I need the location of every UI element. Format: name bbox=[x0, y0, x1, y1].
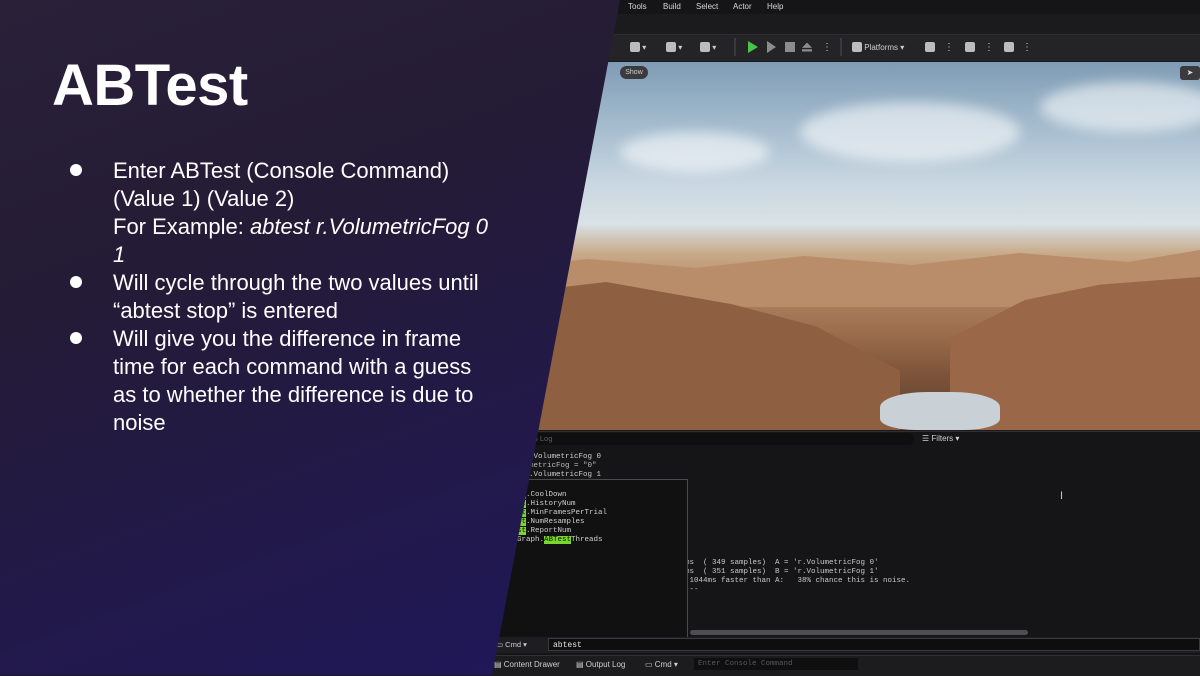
content-drawer-label: Content Drawer bbox=[503, 660, 560, 669]
platforms-icon bbox=[852, 42, 862, 52]
eject-icon bbox=[802, 42, 812, 52]
source-control-button[interactable] bbox=[965, 40, 975, 54]
play-options-button[interactable]: ⋮ bbox=[822, 40, 832, 54]
more-vertical-icon: ⋮ bbox=[1022, 41, 1032, 53]
platforms-button[interactable]: Platforms ▾ bbox=[852, 40, 904, 54]
eject-button[interactable] bbox=[802, 40, 812, 54]
bullet-text: as to whether the difference is due to bbox=[113, 382, 474, 407]
status-cmd-select[interactable]: ▭ Cmd ▾ bbox=[645, 659, 678, 671]
viewport-cloud bbox=[800, 102, 1020, 162]
example-code: abtest r.VolumetricFog 0 bbox=[249, 214, 488, 239]
bullet-dot bbox=[70, 164, 82, 176]
stop-button[interactable] bbox=[785, 40, 795, 54]
viewport-cloud bbox=[1040, 82, 1200, 132]
text-cursor-icon: I bbox=[1060, 490, 1064, 502]
menu-actor[interactable]: Actor bbox=[733, 2, 752, 11]
menu-tools[interactable]: Tools bbox=[628, 2, 647, 11]
filters-label: Filters bbox=[931, 434, 954, 443]
source-control-more-button[interactable]: ⋮ bbox=[984, 40, 994, 54]
output-log-button[interactable]: ▤ Output Log bbox=[576, 659, 625, 671]
settings-icon bbox=[925, 42, 935, 52]
menu-help[interactable]: Help bbox=[767, 2, 783, 11]
stop-icon bbox=[785, 42, 795, 52]
more-vertical-icon: ⋮ bbox=[944, 41, 954, 53]
bullet-dot bbox=[70, 332, 82, 344]
output-log-label: Output Log bbox=[585, 660, 626, 669]
clapper-icon bbox=[700, 42, 710, 52]
mode-button[interactable] bbox=[1004, 40, 1014, 54]
abtest-result-line: ms ( 351 samples) B = 'r.VolumetricFog 1… bbox=[685, 568, 879, 576]
viewport-cloud bbox=[620, 132, 770, 172]
autocomplete-match: ABTest bbox=[544, 536, 572, 544]
abtest-result-line: .1044ms faster than A: 38% chance this i… bbox=[685, 577, 911, 585]
autocomplete-rest: .HistoryNum bbox=[526, 500, 576, 508]
play-button[interactable] bbox=[748, 40, 758, 54]
console-autocomplete-list: abtest abtest.CoolDown abtest.HistoryNum… bbox=[496, 479, 688, 639]
step-button[interactable] bbox=[767, 40, 776, 54]
status-cmd-label: Cmd bbox=[654, 660, 672, 669]
settings-button[interactable] bbox=[925, 40, 935, 54]
bullet-example-cont: 1 bbox=[113, 241, 125, 269]
viewport-show-button[interactable]: Show bbox=[620, 66, 648, 79]
bullet-text: Will cycle through the two values until bbox=[113, 270, 479, 295]
platforms-label: Platforms bbox=[864, 42, 899, 52]
search-log-input[interactable]: Search Log bbox=[496, 433, 914, 445]
bullet-dot bbox=[70, 276, 82, 288]
menu-build[interactable]: Build bbox=[663, 2, 681, 11]
step-icon bbox=[767, 41, 776, 53]
command-mode-label: Cmd bbox=[505, 640, 522, 649]
filters-button[interactable]: ☰ Filters ▾ bbox=[922, 434, 959, 443]
toolbar-divider bbox=[840, 38, 842, 56]
cube-add-icon bbox=[630, 42, 640, 52]
blueprint-button[interactable]: ▾ bbox=[666, 40, 682, 54]
example-prefix: For Example: bbox=[113, 214, 250, 239]
bullet-text: Enter ABTest (Console Command) bbox=[113, 158, 450, 183]
bullet-text: (Value 1) (Value 2) bbox=[113, 186, 295, 211]
example-code-cont: 1 bbox=[113, 242, 126, 267]
bullet-text: Will give you the difference in frame bbox=[113, 326, 462, 351]
autocomplete-rest: .MinFramesPerTrial bbox=[526, 509, 608, 517]
add-actor-button[interactable]: ▾ bbox=[630, 40, 646, 54]
log-horizontal-scrollbar[interactable] bbox=[690, 630, 1028, 635]
more-vertical-icon: ⋮ bbox=[984, 41, 994, 53]
bullet-example: For Example: abtest r.VolumetricFog 0 bbox=[113, 213, 488, 241]
mode-more-button[interactable]: ⋮ bbox=[1022, 40, 1032, 54]
content-drawer-button[interactable]: ▤ Content Drawer bbox=[494, 659, 560, 671]
source-control-icon bbox=[965, 42, 975, 52]
menu-select[interactable]: Select bbox=[696, 2, 718, 11]
bullet-text: “abtest stop” is entered bbox=[113, 298, 339, 323]
more-vertical-icon: ⋮ bbox=[822, 41, 832, 53]
status-console-input[interactable]: Enter Console Command bbox=[694, 658, 858, 670]
slide-title: ABTest bbox=[52, 53, 248, 118]
play-icon bbox=[748, 41, 758, 53]
bullet-text: noise bbox=[113, 410, 166, 435]
autocomplete-rest: .ReportNum bbox=[526, 527, 572, 535]
settings-more-button[interactable]: ⋮ bbox=[944, 40, 954, 54]
toolbar-divider bbox=[734, 38, 736, 56]
command-mode-select[interactable]: ▭ Cmd ▾ bbox=[496, 639, 542, 651]
autocomplete-rest: .CoolDown bbox=[526, 491, 567, 499]
blueprint-icon bbox=[666, 42, 676, 52]
select-mode-icon[interactable]: ➤ bbox=[1180, 66, 1200, 80]
autocomplete-rest: .NumResamples bbox=[526, 518, 585, 526]
autocomplete-rest: Threads bbox=[571, 536, 603, 544]
bullet-text: time for each command with a guess bbox=[113, 354, 472, 379]
mode-icon bbox=[1004, 42, 1014, 52]
cinematics-button[interactable]: ▾ bbox=[700, 40, 716, 54]
menu-bar bbox=[600, 0, 1200, 14]
console-command-input[interactable]: abtest bbox=[548, 638, 1200, 651]
abtest-result-line: ms ( 349 samples) A = 'r.VolumetricFog 0… bbox=[685, 559, 879, 567]
canyon-water bbox=[880, 392, 1000, 430]
